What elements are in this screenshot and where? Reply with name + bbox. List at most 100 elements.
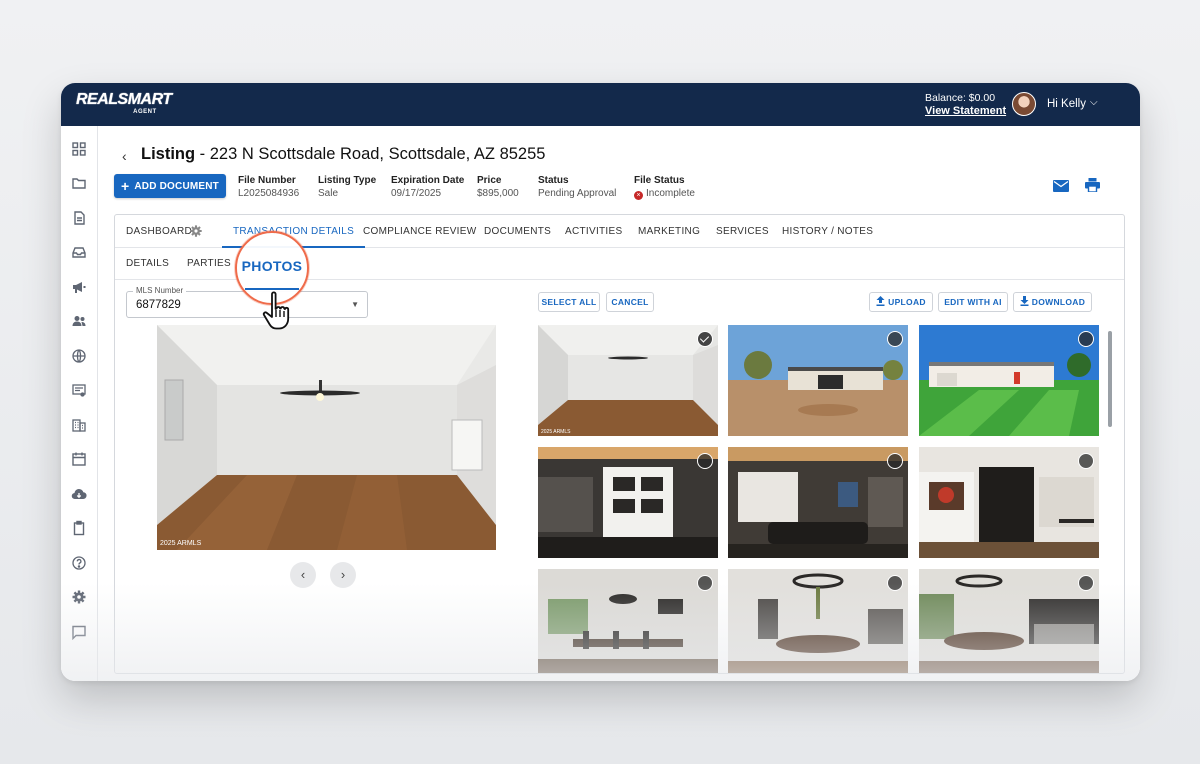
meta-value: × Incomplete xyxy=(634,187,695,200)
globe-icon[interactable] xyxy=(71,348,87,364)
upload-button[interactable]: UPLOAD xyxy=(869,292,933,312)
photo-select-checkbox[interactable] xyxy=(887,453,903,469)
thumb-exterior-desert xyxy=(728,325,908,436)
upload-label: UPLOAD xyxy=(888,297,926,307)
cast-icon[interactable] xyxy=(71,382,87,398)
add-document-button[interactable]: + ADD DOCUMENT xyxy=(114,174,226,198)
folder-icon[interactable] xyxy=(71,175,87,191)
download-label: DOWNLOAD xyxy=(1031,297,1086,307)
calendar-icon[interactable] xyxy=(71,451,87,467)
photo-select-checkbox[interactable] xyxy=(1078,453,1094,469)
thumb-living-sofa xyxy=(728,447,908,558)
main-photo-preview: 2025 ARMLS xyxy=(157,325,496,550)
select-all-button[interactable]: SELECT ALL xyxy=(538,292,600,312)
building-icon[interactable] xyxy=(71,417,87,433)
caret-down-icon: ▼ xyxy=(351,300,359,309)
meta-value: Pending Approval xyxy=(538,188,617,199)
photo-grid-scrollbar[interactable] xyxy=(1108,331,1112,427)
photo-watermark: 2025 ARMLS xyxy=(541,429,571,435)
tab-history-notes[interactable]: HISTORY / NOTES xyxy=(782,215,873,248)
photo-select-checkbox[interactable] xyxy=(697,331,713,347)
realsmart-logo[interactable]: REALSMART AGENT xyxy=(76,92,172,116)
photo-thumbnail[interactable]: 2025 ARMLS xyxy=(538,325,718,436)
user-greeting[interactable]: Hi Kelly xyxy=(1047,98,1086,110)
app-window: REALSMART AGENT Balance: $0.00 View Stat… xyxy=(61,83,1140,681)
meta-file-number: File Number L2025084936 xyxy=(238,174,299,200)
error-x-icon: × xyxy=(634,191,643,200)
mls-number-label: MLS Number xyxy=(133,286,187,295)
photo-select-checkbox[interactable] xyxy=(1078,575,1094,591)
meta-label: Expiration Date xyxy=(391,175,465,186)
help-icon[interactable] xyxy=(71,555,87,571)
thumb-dining-table xyxy=(538,569,718,673)
hand-pointer-icon xyxy=(260,290,300,334)
next-photo-button[interactable]: › xyxy=(330,562,356,588)
photo-select-checkbox[interactable] xyxy=(887,331,903,347)
photo-thumbnail[interactable] xyxy=(919,569,1099,673)
cloud-download-icon[interactable] xyxy=(71,486,87,502)
meta-value: Sale xyxy=(318,188,339,199)
photo-thumbnail[interactable] xyxy=(919,325,1099,436)
document-icon[interactable] xyxy=(71,210,87,226)
photo-thumbnail[interactable] xyxy=(538,569,718,673)
tab-dashboard[interactable]: DASHBOARD xyxy=(126,215,192,248)
chevron-down-icon[interactable]: ⌵ xyxy=(1090,97,1098,108)
back-chevron-icon[interactable]: ‹ xyxy=(122,148,127,164)
sidebar xyxy=(61,126,98,681)
meta-value: L2025084936 xyxy=(238,188,300,199)
subtab-parties[interactable]: PARTIES xyxy=(187,248,231,280)
subtab-photos-label: PHOTOS xyxy=(241,258,303,274)
edit-with-ai-button[interactable]: EDIT WITH AI xyxy=(938,292,1008,312)
meta-label: File Status xyxy=(634,175,685,186)
meta-value: 09/17/2025 xyxy=(391,188,442,199)
file-status-value: Incomplete xyxy=(646,188,695,199)
balance-text: Balance: $0.00 xyxy=(925,92,996,104)
photo-select-checkbox[interactable] xyxy=(697,575,713,591)
photo-select-checkbox[interactable] xyxy=(1078,331,1094,347)
chat-icon[interactable] xyxy=(71,624,87,640)
settings-icon[interactable] xyxy=(71,589,87,605)
tab-compliance-review[interactable]: COMPLIANCE REVIEW xyxy=(363,215,476,248)
download-icon xyxy=(1020,296,1029,308)
tab-services[interactable]: SERVICES xyxy=(716,215,769,248)
photo-thumbnail[interactable] xyxy=(538,447,718,558)
add-document-label: ADD DOCUMENT xyxy=(134,180,219,192)
email-icon[interactable] xyxy=(1053,179,1069,197)
prev-photo-button[interactable]: ‹ xyxy=(290,562,316,588)
subtab-details[interactable]: DETAILS xyxy=(126,248,169,280)
photo-select-checkbox[interactable] xyxy=(697,453,713,469)
photo-watermark: 2025 ARMLS xyxy=(160,540,202,547)
thumb-empty-room: 2025 ARMLS xyxy=(538,325,718,436)
meta-status: Status Pending Approval xyxy=(538,174,616,200)
print-icon[interactable] xyxy=(1085,178,1100,197)
thumb-exterior-lawn xyxy=(919,325,1099,436)
meta-label: Listing Type xyxy=(318,175,377,186)
plus-icon: + xyxy=(120,178,130,194)
photo-thumbnail[interactable] xyxy=(728,325,908,436)
tab-activities[interactable]: ACTIVITIES xyxy=(565,215,622,248)
tab-marketing[interactable]: MARKETING xyxy=(638,215,700,248)
photo-thumbnail[interactable] xyxy=(728,447,908,558)
avatar[interactable] xyxy=(1012,92,1036,116)
page-title-prefix: Listing xyxy=(141,145,196,163)
tab-documents[interactable]: DOCUMENTS xyxy=(484,215,551,248)
dashboard-icon[interactable] xyxy=(71,141,87,157)
megaphone-icon[interactable] xyxy=(71,279,87,295)
photo-select-checkbox[interactable] xyxy=(887,575,903,591)
main-content: ‹ Listing - 223 N Scottsdale Road, Scott… xyxy=(98,126,1140,681)
logo-sub-text: AGENT xyxy=(133,109,157,115)
people-icon[interactable] xyxy=(71,313,87,329)
photo-thumbnail[interactable] xyxy=(728,569,908,673)
page-title: Listing - 223 N Scottsdale Road, Scottsd… xyxy=(141,145,545,164)
meta-label: Price xyxy=(477,175,502,186)
cancel-button[interactable]: CANCEL xyxy=(606,292,654,312)
gear-icon[interactable] xyxy=(189,224,203,243)
inbox-icon[interactable] xyxy=(71,244,87,260)
empty-room-photo: 2025 ARMLS xyxy=(157,325,496,550)
meta-value: $895,000 xyxy=(477,188,519,199)
thumb-living-shelves xyxy=(538,447,718,558)
clipboard-icon[interactable] xyxy=(71,520,87,536)
photo-thumbnail[interactable] xyxy=(919,447,1099,558)
download-button[interactable]: DOWNLOAD xyxy=(1013,292,1092,312)
view-statement-link[interactable]: View Statement xyxy=(925,105,1006,118)
